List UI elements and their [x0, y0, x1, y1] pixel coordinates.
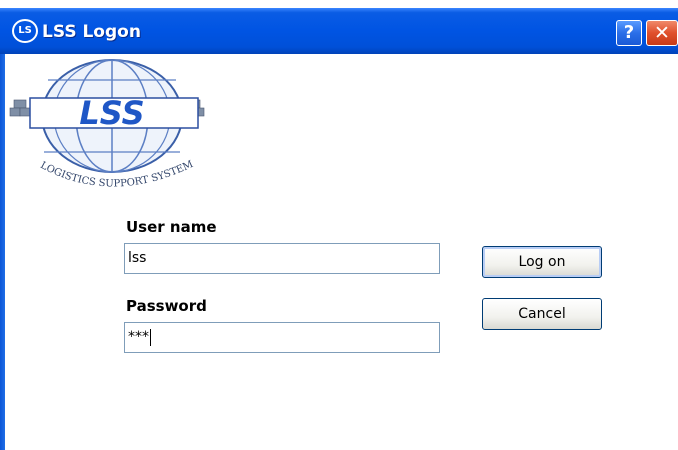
username-label: User name [126, 218, 217, 236]
logo-text: LSS [79, 94, 144, 132]
logon-dialog: LS LSS Logon ? ✕ LSS LOGISTICS SUPPORT S… [0, 0, 678, 450]
help-button[interactable]: ? [616, 20, 642, 46]
username-input[interactable]: lss [124, 243, 440, 274]
username-value: lss [128, 250, 147, 266]
password-label: Password [126, 297, 207, 315]
lss-app-icon: LS [12, 19, 38, 43]
help-icon: ? [623, 22, 635, 43]
password-value: *** [128, 329, 149, 345]
cancel-button[interactable]: Cancel [482, 298, 602, 330]
password-input[interactable]: *** [124, 322, 440, 353]
text-caret [150, 328, 151, 346]
lss-logo: LSS LOGISTICS SUPPORT SYSTEM [9, 59, 205, 190]
close-button[interactable]: ✕ [646, 20, 678, 46]
logon-button[interactable]: Log on [482, 246, 602, 278]
window-title: LSS Logon [42, 22, 141, 42]
close-icon: ✕ [654, 22, 670, 44]
window-left-border [0, 54, 5, 450]
